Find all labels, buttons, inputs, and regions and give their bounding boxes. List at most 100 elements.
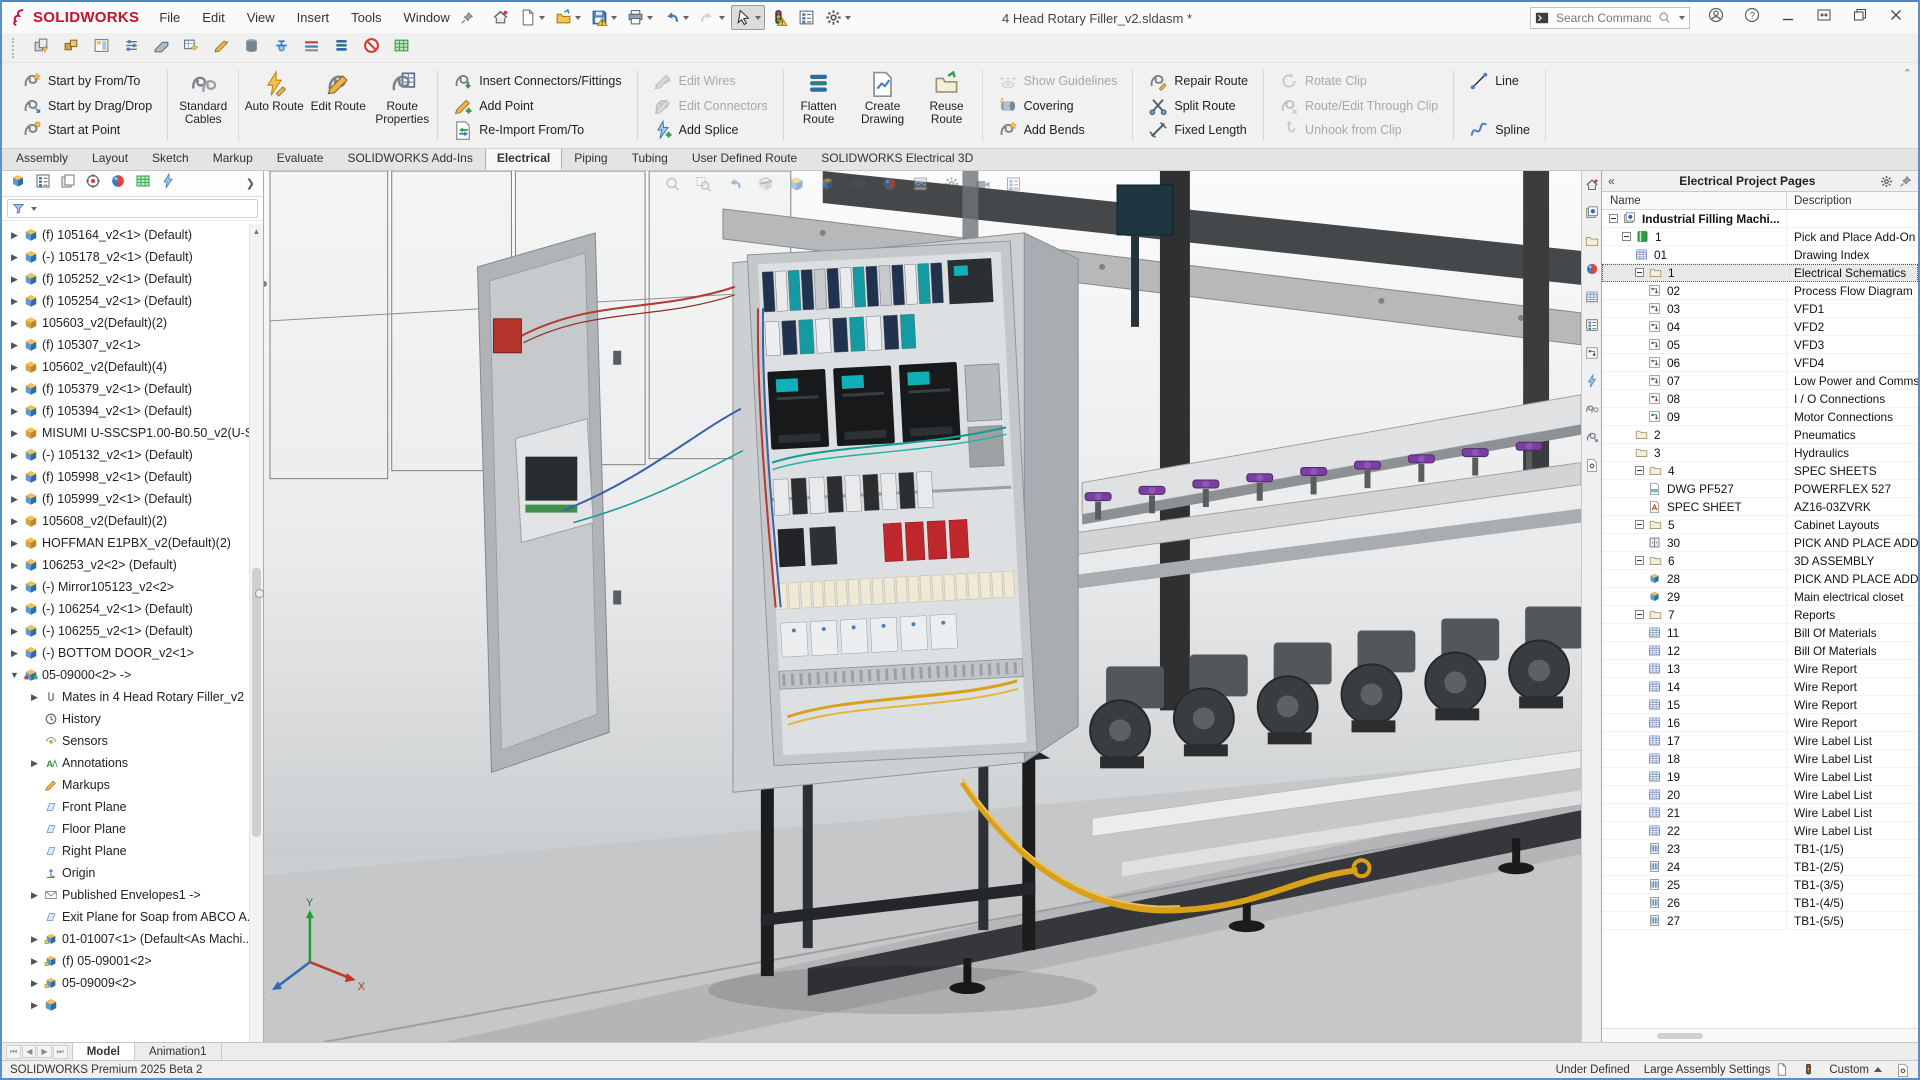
din-rail-icon[interactable] — [303, 37, 320, 59]
view-orientation-icon[interactable] — [789, 176, 805, 197]
rebuild-status[interactable] — [1802, 1063, 1815, 1076]
expander-icon[interactable]: ▶ — [9, 516, 20, 527]
large-assembly-settings[interactable]: Large Assembly Settings — [1644, 1063, 1789, 1076]
ribbon-button-line[interactable]: Line — [1465, 69, 1534, 93]
help-icon[interactable]: ? — [1736, 3, 1768, 32]
expander-icon[interactable]: ▶ — [9, 340, 20, 351]
expander-icon[interactable]: ▶ — [9, 384, 20, 395]
fly-out-chevron-icon[interactable]: ❯ — [246, 177, 255, 190]
feature-tree-item[interactable]: ▶ — [4, 994, 249, 1016]
project-page-row[interactable]: 15Wire Report — [1602, 696, 1918, 714]
ribbon-button-add-bends[interactable]: Add Bends — [994, 118, 1122, 142]
cam-tab-icon[interactable] — [135, 173, 151, 194]
feature-tree-item[interactable]: Origin — [4, 862, 249, 884]
expander-icon[interactable]: ▶ — [29, 692, 40, 703]
expander-icon[interactable]: ▶ — [29, 758, 40, 769]
more-options-icon[interactable] — [1006, 176, 1022, 197]
ribbon-button-auto-route[interactable]: Auto Route — [242, 65, 306, 146]
tab-markup[interactable]: Markup — [201, 147, 265, 170]
column-description[interactable]: Description — [1787, 195, 1918, 207]
display-manager-tab-icon[interactable] — [110, 173, 126, 194]
expander-icon[interactable]: ▶ — [9, 318, 20, 329]
user-account-icon[interactable] — [1700, 3, 1732, 32]
tp-file-explorer-icon[interactable] — [1585, 234, 1599, 253]
feature-tree-item[interactable]: ▶Published Envelopes1 -> — [4, 884, 249, 906]
feature-tree-scrollbar[interactable]: ▲ — [249, 224, 263, 1042]
project-page-row[interactable]: 1Electrical Schematics — [1602, 264, 1918, 282]
panel-gear-icon[interactable] — [1880, 175, 1893, 188]
tree-filter-input[interactable] — [7, 199, 258, 218]
minimize-icon[interactable] — [1772, 3, 1804, 32]
ribbon-button-fixed-length[interactable]: Fixed Length — [1144, 118, 1252, 142]
feature-tree-item[interactable]: ▶(f) 105164_v2<1> (Default) — [4, 224, 249, 246]
no-entry-icon[interactable] — [363, 37, 380, 59]
expander-icon[interactable]: ▶ — [9, 428, 20, 439]
menu-view[interactable]: View — [237, 6, 285, 29]
ribbon-button-edit-route[interactable]: Edit Route — [306, 65, 370, 146]
project-page-row[interactable]: 09Motor Connections — [1602, 408, 1918, 426]
menu-insert[interactable]: Insert — [287, 6, 340, 29]
tab-layout[interactable]: Layout — [80, 147, 140, 170]
tab-tubing[interactable]: Tubing — [620, 147, 680, 170]
save-icon-caret[interactable] — [611, 16, 617, 20]
print-icon-caret[interactable] — [647, 16, 653, 20]
sliders-icon[interactable] — [123, 37, 140, 59]
section-view-icon[interactable] — [758, 176, 774, 197]
restore-window-icon[interactable] — [1844, 3, 1876, 32]
feature-tree-item[interactable]: ▶105603_v2(Default)(2) — [4, 312, 249, 334]
expander-icon[interactable]: ▶ — [9, 296, 20, 307]
expander-icon[interactable]: ▶ — [9, 230, 20, 241]
feature-tree-item[interactable]: ▶05-09009<2> — [4, 972, 249, 994]
expander-icon[interactable]: ▶ — [9, 560, 20, 571]
feature-tree-item[interactable]: ▶(-) 106254_v2<1> (Default) — [4, 598, 249, 620]
expander-icon[interactable]: ▶ — [9, 472, 20, 483]
hide-show-icon[interactable] — [851, 176, 867, 197]
project-page-row[interactable]: 02Process Flow Diagram — [1602, 282, 1918, 300]
next-tab-icon[interactable]: ▶ — [37, 1045, 51, 1058]
feature-tree-item[interactable]: ▶105608_v2(Default)(2) — [4, 510, 249, 532]
project-page-row[interactable]: 13Wire Report — [1602, 660, 1918, 678]
feature-tree-item[interactable]: Right Plane — [4, 840, 249, 862]
feature-tree-item[interactable]: ▶HOFFMAN E1PBX_v2(Default)(2) — [4, 532, 249, 554]
feature-tree-item[interactable]: Markups — [4, 774, 249, 796]
project-page-row[interactable]: 07Low Power and Comms — [1602, 372, 1918, 390]
project-page-row[interactable]: 63D ASSEMBLY — [1602, 552, 1918, 570]
feature-tree-item[interactable]: ▶(f) 105394_v2<1> (Default) — [4, 400, 249, 422]
last-tab-icon[interactable]: ⏭ — [53, 1045, 68, 1059]
select-arrow-icon[interactable] — [731, 5, 765, 30]
tp-view-palette-icon[interactable] — [1585, 290, 1599, 309]
tab-piping[interactable]: Piping — [562, 147, 619, 170]
redo-icon-caret[interactable] — [719, 16, 725, 20]
collapse-box-icon[interactable] — [1635, 268, 1644, 277]
feature-tree-item[interactable]: ▶MISUMI U-SSCSP1.00-B0.50_v2(U-SSC — [4, 422, 249, 444]
feature-tree-item[interactable]: ▶(f) 105999_v2<1> (Default) — [4, 488, 249, 510]
tp-electrical-manager-icon[interactable] — [1585, 346, 1599, 365]
menu-window[interactable]: Window — [394, 6, 460, 29]
ribbon-button-create-drawing[interactable]: Create Drawing — [851, 65, 915, 146]
panel-collapse-icon[interactable]: « — [1608, 174, 1615, 188]
cable-boxes-icon[interactable] — [63, 37, 80, 59]
ribbon-button-standard-cables[interactable]: Standard Cables — [171, 65, 235, 146]
table-3d-icon[interactable] — [183, 37, 200, 59]
property-manager-tab-icon[interactable] — [35, 173, 51, 194]
project-page-row[interactable]: 2Pneumatics — [1602, 426, 1918, 444]
project-page-row[interactable]: 29Main electrical closet — [1602, 588, 1918, 606]
project-page-row[interactable]: 22Wire Label List — [1602, 822, 1918, 840]
scrollbar-thumb[interactable] — [252, 568, 261, 838]
prev-tab-icon[interactable]: ◀ — [22, 1045, 36, 1058]
collapse-box-icon[interactable] — [1635, 610, 1644, 619]
configuration-manager-tab-icon[interactable] — [60, 173, 76, 194]
tab-evaluate[interactable]: Evaluate — [265, 147, 336, 170]
ribbon-button-add-point[interactable]: Add Point — [449, 94, 625, 118]
feature-tree-item[interactable]: ▶AAnnotations — [4, 752, 249, 774]
ribbon-button-repair-route[interactable]: Repair Route — [1144, 69, 1252, 93]
ribbon-button-insert-connectors-fittings[interactable]: Insert Connectors/Fittings — [449, 69, 625, 93]
feature-tree-item[interactable]: ▶(f) 105252_v2<1> (Default) — [4, 268, 249, 290]
expander-icon[interactable]: ▶ — [9, 648, 20, 659]
project-page-row[interactable]: 24TB1-(2/5) — [1602, 858, 1918, 876]
project-page-row[interactable]: 1Pick and Place Add-On — [1602, 228, 1918, 246]
feature-tree-item[interactable]: ▶(-) BOTTOM DOOR_v2<1> — [4, 642, 249, 664]
expander-icon[interactable]: ▶ — [29, 934, 40, 945]
expander-icon[interactable]: ▶ — [9, 626, 20, 637]
feature-tree-item[interactable]: ▶(-) Mirror105123_v2<2> — [4, 576, 249, 598]
